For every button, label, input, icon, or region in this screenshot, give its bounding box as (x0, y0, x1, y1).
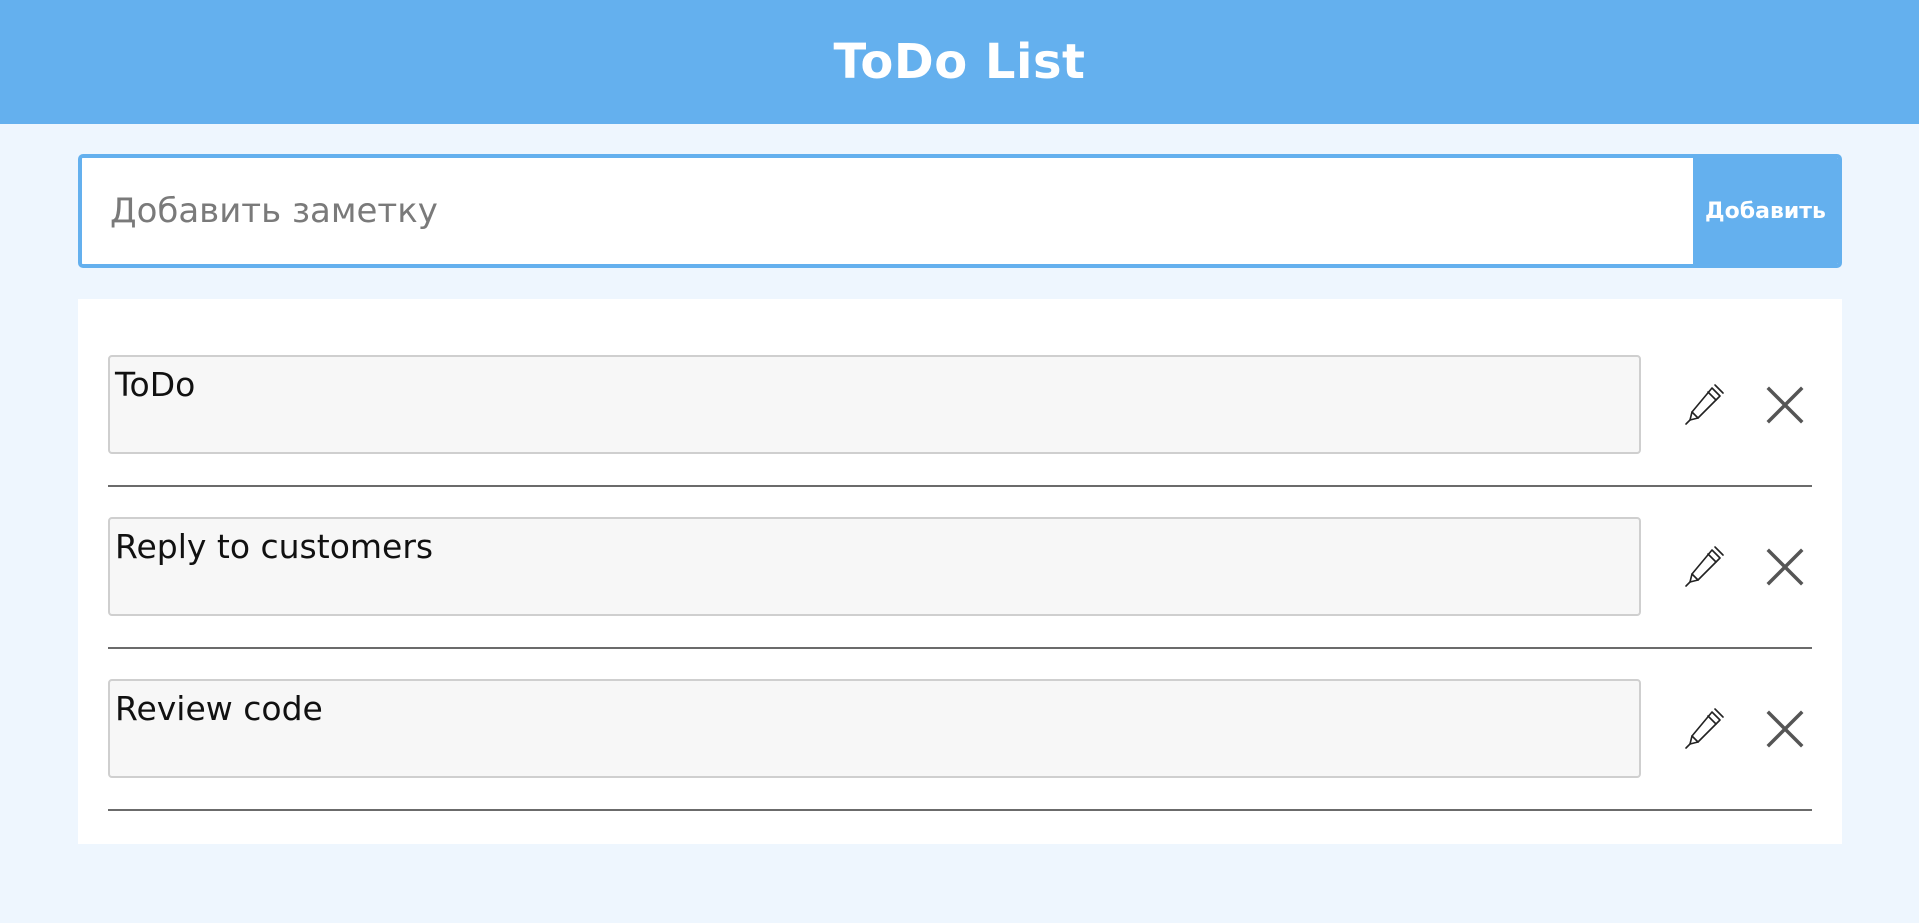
todo-list: ToDo Reply to customers Review code (78, 299, 1842, 844)
delete-button[interactable] (1758, 702, 1812, 756)
close-icon (1766, 386, 1804, 424)
edit-button[interactable] (1678, 540, 1732, 594)
todo-text-field[interactable]: Reply to customers (108, 516, 1641, 616)
edit-button[interactable] (1678, 378, 1732, 432)
list-item: ToDo (108, 325, 1812, 487)
list-item: Reply to customers (108, 487, 1812, 649)
close-icon (1766, 548, 1804, 586)
app-header: ToDo List (0, 0, 1919, 124)
item-actions (1678, 649, 1812, 809)
pencil-icon (1685, 546, 1724, 587)
list-item: Review code (108, 649, 1812, 811)
edit-button[interactable] (1678, 702, 1732, 756)
item-actions (1678, 487, 1812, 647)
pencil-icon (1685, 708, 1724, 749)
close-icon (1766, 710, 1804, 748)
todo-text-field[interactable]: Review code (108, 678, 1641, 778)
add-note-button[interactable]: Добавить (1693, 158, 1838, 264)
todo-text-field[interactable]: ToDo (108, 354, 1641, 454)
delete-button[interactable] (1758, 540, 1812, 594)
item-actions (1678, 325, 1812, 485)
delete-button[interactable] (1758, 378, 1812, 432)
add-note-input[interactable] (82, 158, 1693, 264)
pencil-icon (1685, 384, 1724, 425)
page-title: ToDo List (833, 34, 1086, 90)
add-note-form: Добавить (78, 154, 1842, 268)
